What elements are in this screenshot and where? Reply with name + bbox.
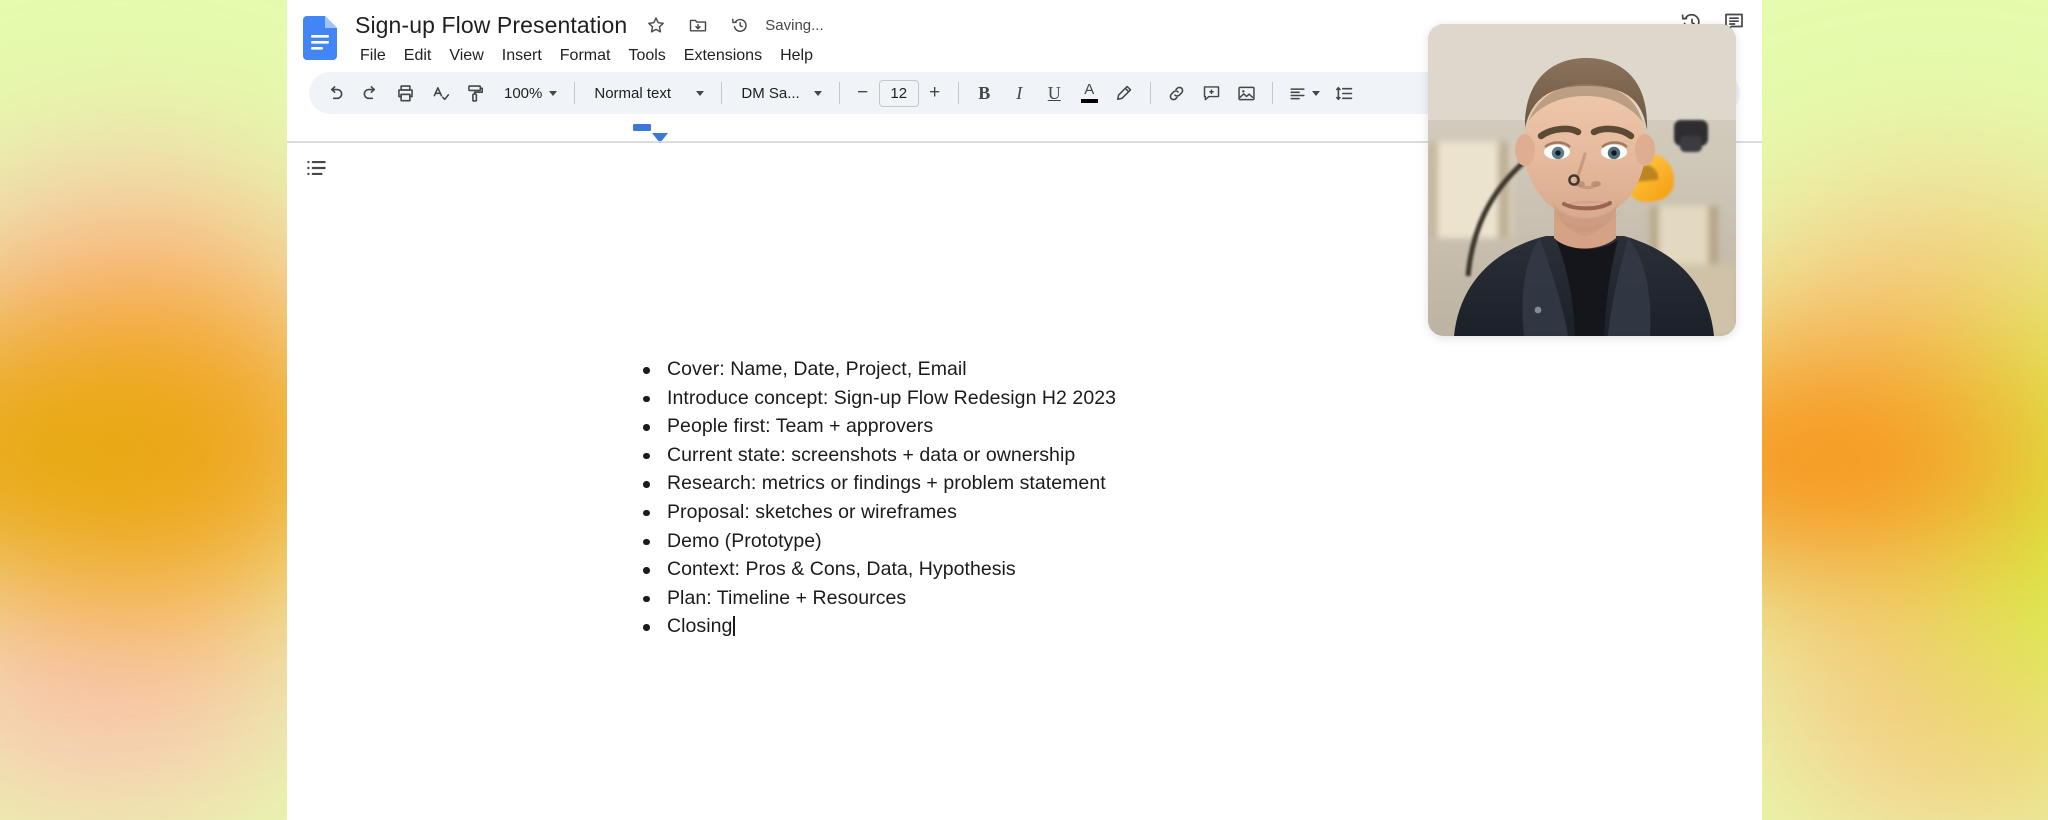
webcam-video-frame — [1428, 24, 1736, 336]
line-spacing-icon[interactable] — [1328, 77, 1361, 110]
zoom-value: 100% — [504, 85, 542, 102]
paragraph-style-selector[interactable]: Normal text — [584, 78, 712, 108]
list-item[interactable]: Current state: screenshots + data or own… — [642, 441, 1542, 470]
menu-item-edit[interactable]: Edit — [395, 44, 441, 68]
chevron-down-icon — [696, 91, 704, 96]
list-item-active[interactable]: Closing — [642, 612, 1542, 641]
underline-label: U — [1048, 83, 1061, 104]
font-family-selector[interactable]: DM Sa... — [731, 78, 829, 108]
increase-font-size-button[interactable]: + — [921, 79, 949, 107]
text-color-button[interactable]: A — [1073, 77, 1106, 110]
document-text-area[interactable]: Cover: Name, Date, Project, Email Introd… — [642, 355, 1542, 641]
chevron-down-icon — [1312, 91, 1320, 96]
italic-button[interactable]: I — [1003, 77, 1036, 110]
list-item[interactable]: Introduce concept: Sign-up Flow Redesign… — [642, 384, 1542, 413]
spellcheck-icon[interactable] — [424, 77, 457, 110]
document-title[interactable]: Sign-up Flow Presentation — [351, 11, 631, 40]
text-color-swatch — [1081, 99, 1098, 103]
insert-link-icon[interactable] — [1160, 77, 1193, 110]
save-status: Saving... — [765, 17, 823, 34]
menu-item-format[interactable]: Format — [551, 44, 620, 68]
font-family-value: DM Sa... — [741, 85, 799, 102]
menu-item-tools[interactable]: Tools — [619, 44, 674, 68]
font-size-input[interactable]: 12 — [879, 80, 919, 107]
menu-item-insert[interactable]: Insert — [493, 44, 551, 68]
font-size-stepper: − 12 + — [849, 79, 949, 107]
add-comment-icon[interactable] — [1195, 77, 1228, 110]
align-left-icon[interactable] — [1282, 77, 1326, 110]
toolbar-divider — [1272, 82, 1273, 104]
text-color-label: A — [1084, 83, 1094, 97]
chevron-down-icon — [549, 91, 557, 96]
menu-item-view[interactable]: View — [440, 44, 492, 68]
list-item[interactable]: Plan: Timeline + Resources — [642, 584, 1542, 613]
decrease-font-size-button[interactable]: − — [849, 79, 877, 107]
underline-button[interactable]: U — [1038, 77, 1071, 110]
paint-format-icon[interactable] — [459, 77, 492, 110]
list-item[interactable]: People first: Team + approvers — [642, 412, 1542, 441]
webcam-self-view[interactable] — [1428, 24, 1736, 336]
menu-item-help[interactable]: Help — [771, 44, 822, 68]
chevron-down-icon — [814, 91, 822, 96]
star-icon[interactable] — [639, 8, 673, 42]
list-item[interactable]: Demo (Prototype) — [642, 527, 1542, 556]
print-icon[interactable] — [389, 77, 422, 110]
google-docs-icon[interactable] — [303, 16, 337, 65]
insert-image-icon[interactable] — [1230, 77, 1263, 110]
menu-item-extensions[interactable]: Extensions — [675, 44, 771, 68]
bold-label: B — [978, 83, 990, 104]
toolbar-divider — [958, 82, 959, 104]
redo-icon[interactable] — [354, 77, 387, 110]
toolbar-divider — [574, 82, 575, 104]
desktop-wallpaper: Sign-up Flow Presentation — [0, 0, 2048, 820]
wallpaper-blob-chartreuse-right — [1868, 230, 2048, 790]
document-outline-icon[interactable] — [303, 155, 329, 186]
list-item[interactable]: Context: Pros & Cons, Data, Hypothesis — [642, 555, 1542, 584]
move-to-folder-icon[interactable] — [681, 8, 715, 42]
highlight-pen-icon[interactable] — [1108, 77, 1141, 110]
zoom-level-selector[interactable]: 100% — [494, 78, 565, 108]
undo-icon[interactable] — [319, 77, 352, 110]
list-item-label: Closing — [667, 615, 732, 637]
bulleted-list: Cover: Name, Date, Project, Email Introd… — [642, 355, 1542, 641]
menu-item-file[interactable]: File — [351, 44, 395, 68]
italic-label: I — [1016, 83, 1022, 104]
toolbar-divider — [839, 82, 840, 104]
text-cursor — [733, 616, 735, 636]
left-indent-marker[interactable] — [633, 124, 651, 131]
version-history-icon[interactable] — [723, 8, 757, 42]
toolbar-divider — [721, 82, 722, 104]
toolbar-divider — [1150, 82, 1151, 104]
list-item[interactable]: Proposal: sketches or wireframes — [642, 498, 1542, 527]
bold-button[interactable]: B — [968, 77, 1001, 110]
paragraph-style-value: Normal text — [594, 85, 671, 102]
list-item[interactable]: Research: metrics or findings + problem … — [642, 469, 1542, 498]
list-item[interactable]: Cover: Name, Date, Project, Email — [642, 355, 1542, 384]
